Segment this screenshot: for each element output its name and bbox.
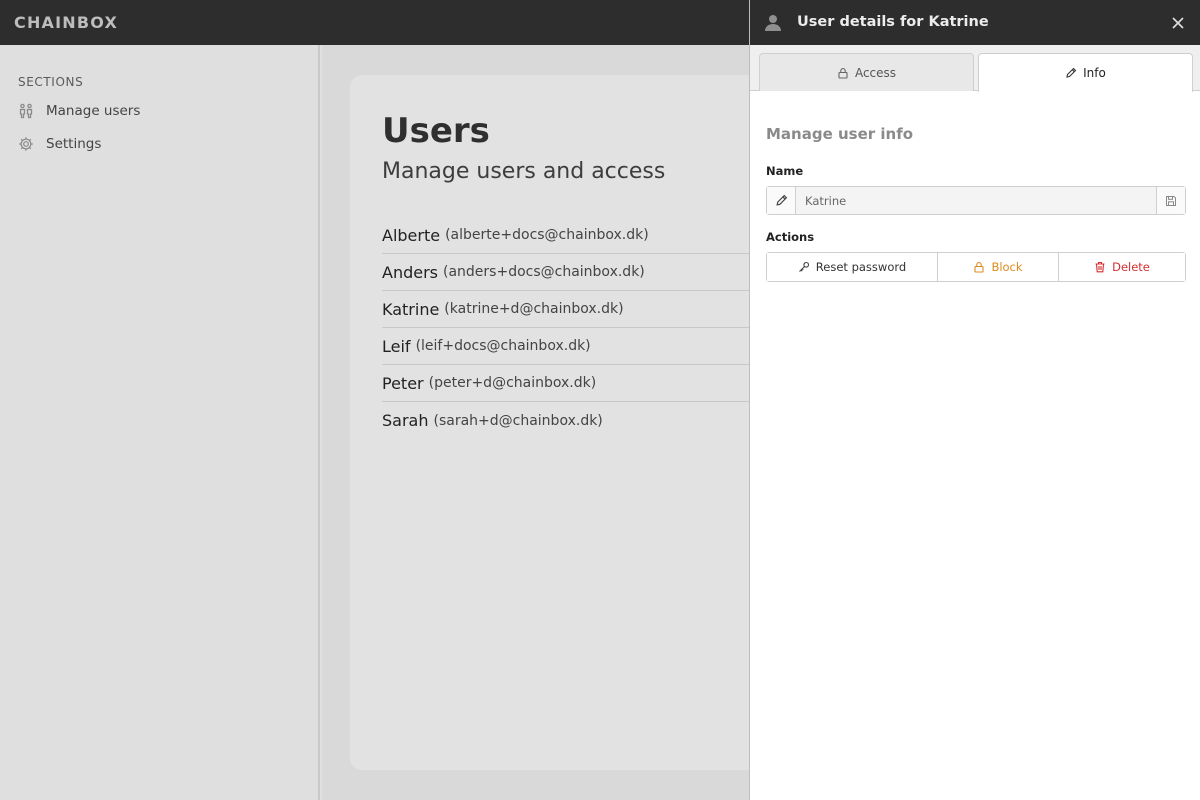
- user-name: Anders: [382, 262, 438, 282]
- pencil-icon: [1065, 67, 1077, 79]
- drawer-tabs: Access Info: [750, 45, 1200, 92]
- user-email: (peter+d@chainbox.dk): [428, 375, 597, 391]
- user-icon: [764, 14, 782, 32]
- sidebar-item-settings[interactable]: Settings: [18, 131, 101, 157]
- user-details-drawer: User details for Katrine Access Info Man…: [749, 0, 1200, 800]
- lock-icon: [973, 261, 985, 273]
- close-icon[interactable]: [1171, 15, 1185, 29]
- actions-button-group: Reset password Block Delete: [766, 252, 1186, 282]
- tab-label: Info: [1083, 66, 1106, 80]
- sidebar-item-label: Manage users: [46, 103, 141, 119]
- reset-password-button[interactable]: Reset password: [767, 253, 938, 281]
- page-subtitle: Manage users and access: [382, 159, 666, 184]
- lock-icon: [837, 67, 849, 79]
- user-name: Sarah: [382, 411, 429, 430]
- sidebar-heading: SECTIONS: [18, 75, 84, 89]
- user-email: (leif+docs@chainbox.dk): [415, 338, 591, 354]
- user-email: (sarah+d@chainbox.dk): [433, 412, 603, 429]
- tab-label: Access: [854, 65, 897, 80]
- name-label: Name: [766, 164, 804, 178]
- reset-password-label: Reset password: [815, 260, 907, 274]
- tab-access[interactable]: Access: [759, 53, 974, 91]
- drawer-title: User details for Katrine: [797, 14, 989, 30]
- delete-label: Delete: [1112, 260, 1150, 274]
- key-icon: [798, 261, 810, 273]
- user-email: (anders+docs@chainbox.dk): [443, 264, 645, 280]
- brand-logo[interactable]: CHAINBOX: [14, 0, 118, 45]
- save-icon[interactable]: [1156, 187, 1185, 214]
- page-title: Users: [382, 111, 490, 151]
- gear-icon: [18, 136, 34, 152]
- actions-label: Actions: [766, 230, 815, 244]
- sidebar-item-manage-users[interactable]: Manage users: [18, 98, 140, 124]
- sidebar: SECTIONS Manage users Settings: [0, 45, 320, 800]
- trash-icon: [1094, 261, 1106, 273]
- name-input[interactable]: [796, 187, 1156, 214]
- pencil-icon: [767, 187, 796, 214]
- user-name: Leif: [382, 336, 411, 356]
- users-icon: [18, 103, 34, 119]
- user-name: Alberte: [382, 225, 441, 245]
- delete-button[interactable]: Delete: [1059, 253, 1185, 281]
- drawer-header: User details for Katrine: [750, 0, 1200, 45]
- user-name: Katrine: [382, 299, 440, 319]
- user-name: Peter: [382, 373, 424, 393]
- user-email: (katrine+d@chainbox.dk): [444, 301, 624, 317]
- section-title: Manage user info: [766, 125, 914, 143]
- sidebar-item-label: Settings: [46, 136, 102, 152]
- tab-info[interactable]: Info: [978, 53, 1193, 92]
- block-button[interactable]: Block: [938, 253, 1059, 281]
- name-input-group: [766, 186, 1186, 215]
- block-label: Block: [991, 260, 1023, 274]
- user-email: (alberte+docs@chainbox.dk): [445, 227, 649, 243]
